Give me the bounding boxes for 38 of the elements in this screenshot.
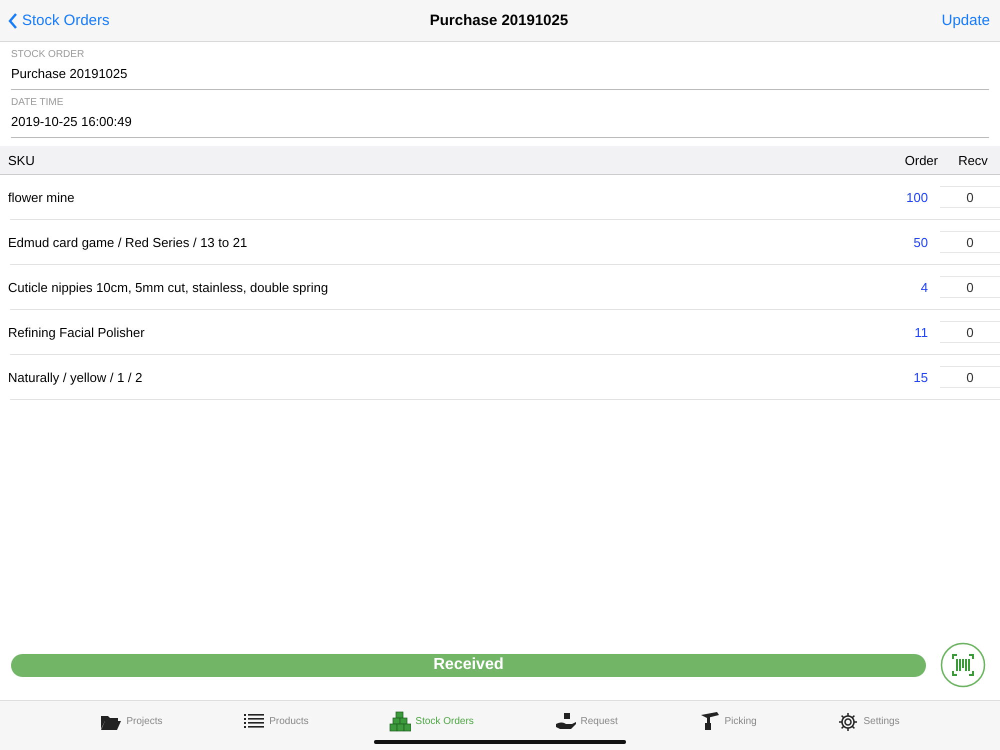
received-button[interactable]: Received: [11, 654, 926, 676]
tab-item[interactable]: Picking: [698, 710, 757, 732]
received-quantity-field[interactable]: 0: [940, 186, 1000, 208]
update-link[interactable]: Update: [942, 12, 990, 29]
sku-name: Naturally / yellow / 1 / 2: [8, 370, 144, 384]
tab-item[interactable]: Settings: [837, 710, 900, 732]
received-quantity-field[interactable]: 0: [940, 276, 1000, 298]
order-quantity: 50: [912, 234, 929, 250]
settings-icon: [837, 710, 860, 732]
field-value[interactable]: 2019-10-25 16:00:49: [11, 110, 989, 138]
tab-item[interactable]: Products: [243, 710, 309, 732]
received-quantity-field[interactable]: 0: [940, 366, 1000, 388]
order-quantity: 15: [912, 370, 929, 384]
tab-item[interactable]: Request: [554, 710, 618, 732]
sku-name: Edmud card game / Red Series / 13 to 21: [8, 234, 248, 250]
column-header: SKU: [7, 152, 36, 168]
hand-icon: [554, 710, 577, 732]
received-quantity-field[interactable]: 0: [940, 321, 1000, 343]
barcode-scan-button[interactable]: [940, 642, 986, 688]
picker-icon: [698, 710, 720, 732]
back-link[interactable]: Stock Orders: [8, 12, 110, 29]
tab-item[interactable]: Projects: [100, 710, 162, 732]
order-quantity: 11: [914, 324, 929, 340]
sku-name: flower mine: [8, 190, 76, 204]
order-quantity: 4: [920, 280, 929, 294]
field-value[interactable]: Purchase 20191025: [11, 62, 989, 90]
chevron-left-icon: [8, 12, 18, 28]
order-quantity: 100: [905, 190, 929, 204]
sku-name: Cuticle nippies 10cm, 5mm cut, stainless, double spring: [8, 280, 330, 294]
field-label: DATE TIME: [11, 96, 64, 110]
stacked-boxes-icon: [389, 710, 412, 732]
received-quantity-field[interactable]: 0: [940, 231, 1000, 253]
column-header: Order: [904, 152, 939, 168]
column-header: Recv: [957, 152, 989, 168]
field-label: STOCK ORDER: [11, 48, 86, 62]
tab-item[interactable]: Stock Orders: [389, 710, 474, 732]
sku-name: Refining Facial Polisher: [8, 324, 146, 340]
page-title: Purchase 20191025: [428, 12, 570, 29]
